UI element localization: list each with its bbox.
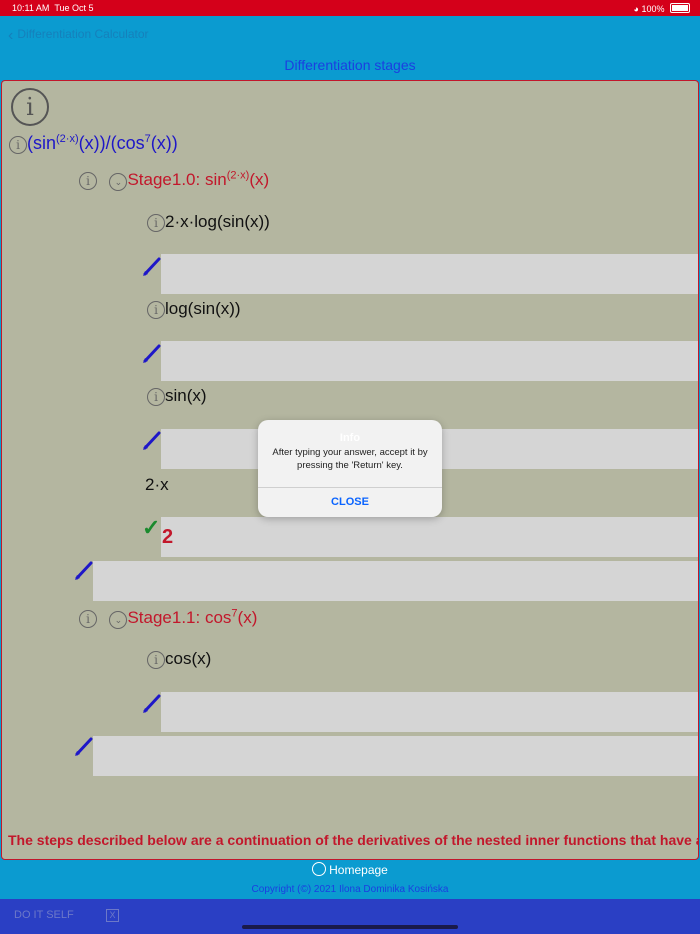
alert-message: After typing your answer, accept it by p… (272, 447, 428, 471)
alert-overlay: Info After typing your answer, accept it… (0, 0, 700, 934)
close-button[interactable]: CLOSE (258, 488, 442, 517)
info-alert: Info After typing your answer, accept it… (258, 420, 442, 517)
alert-title: Info (339, 432, 361, 444)
